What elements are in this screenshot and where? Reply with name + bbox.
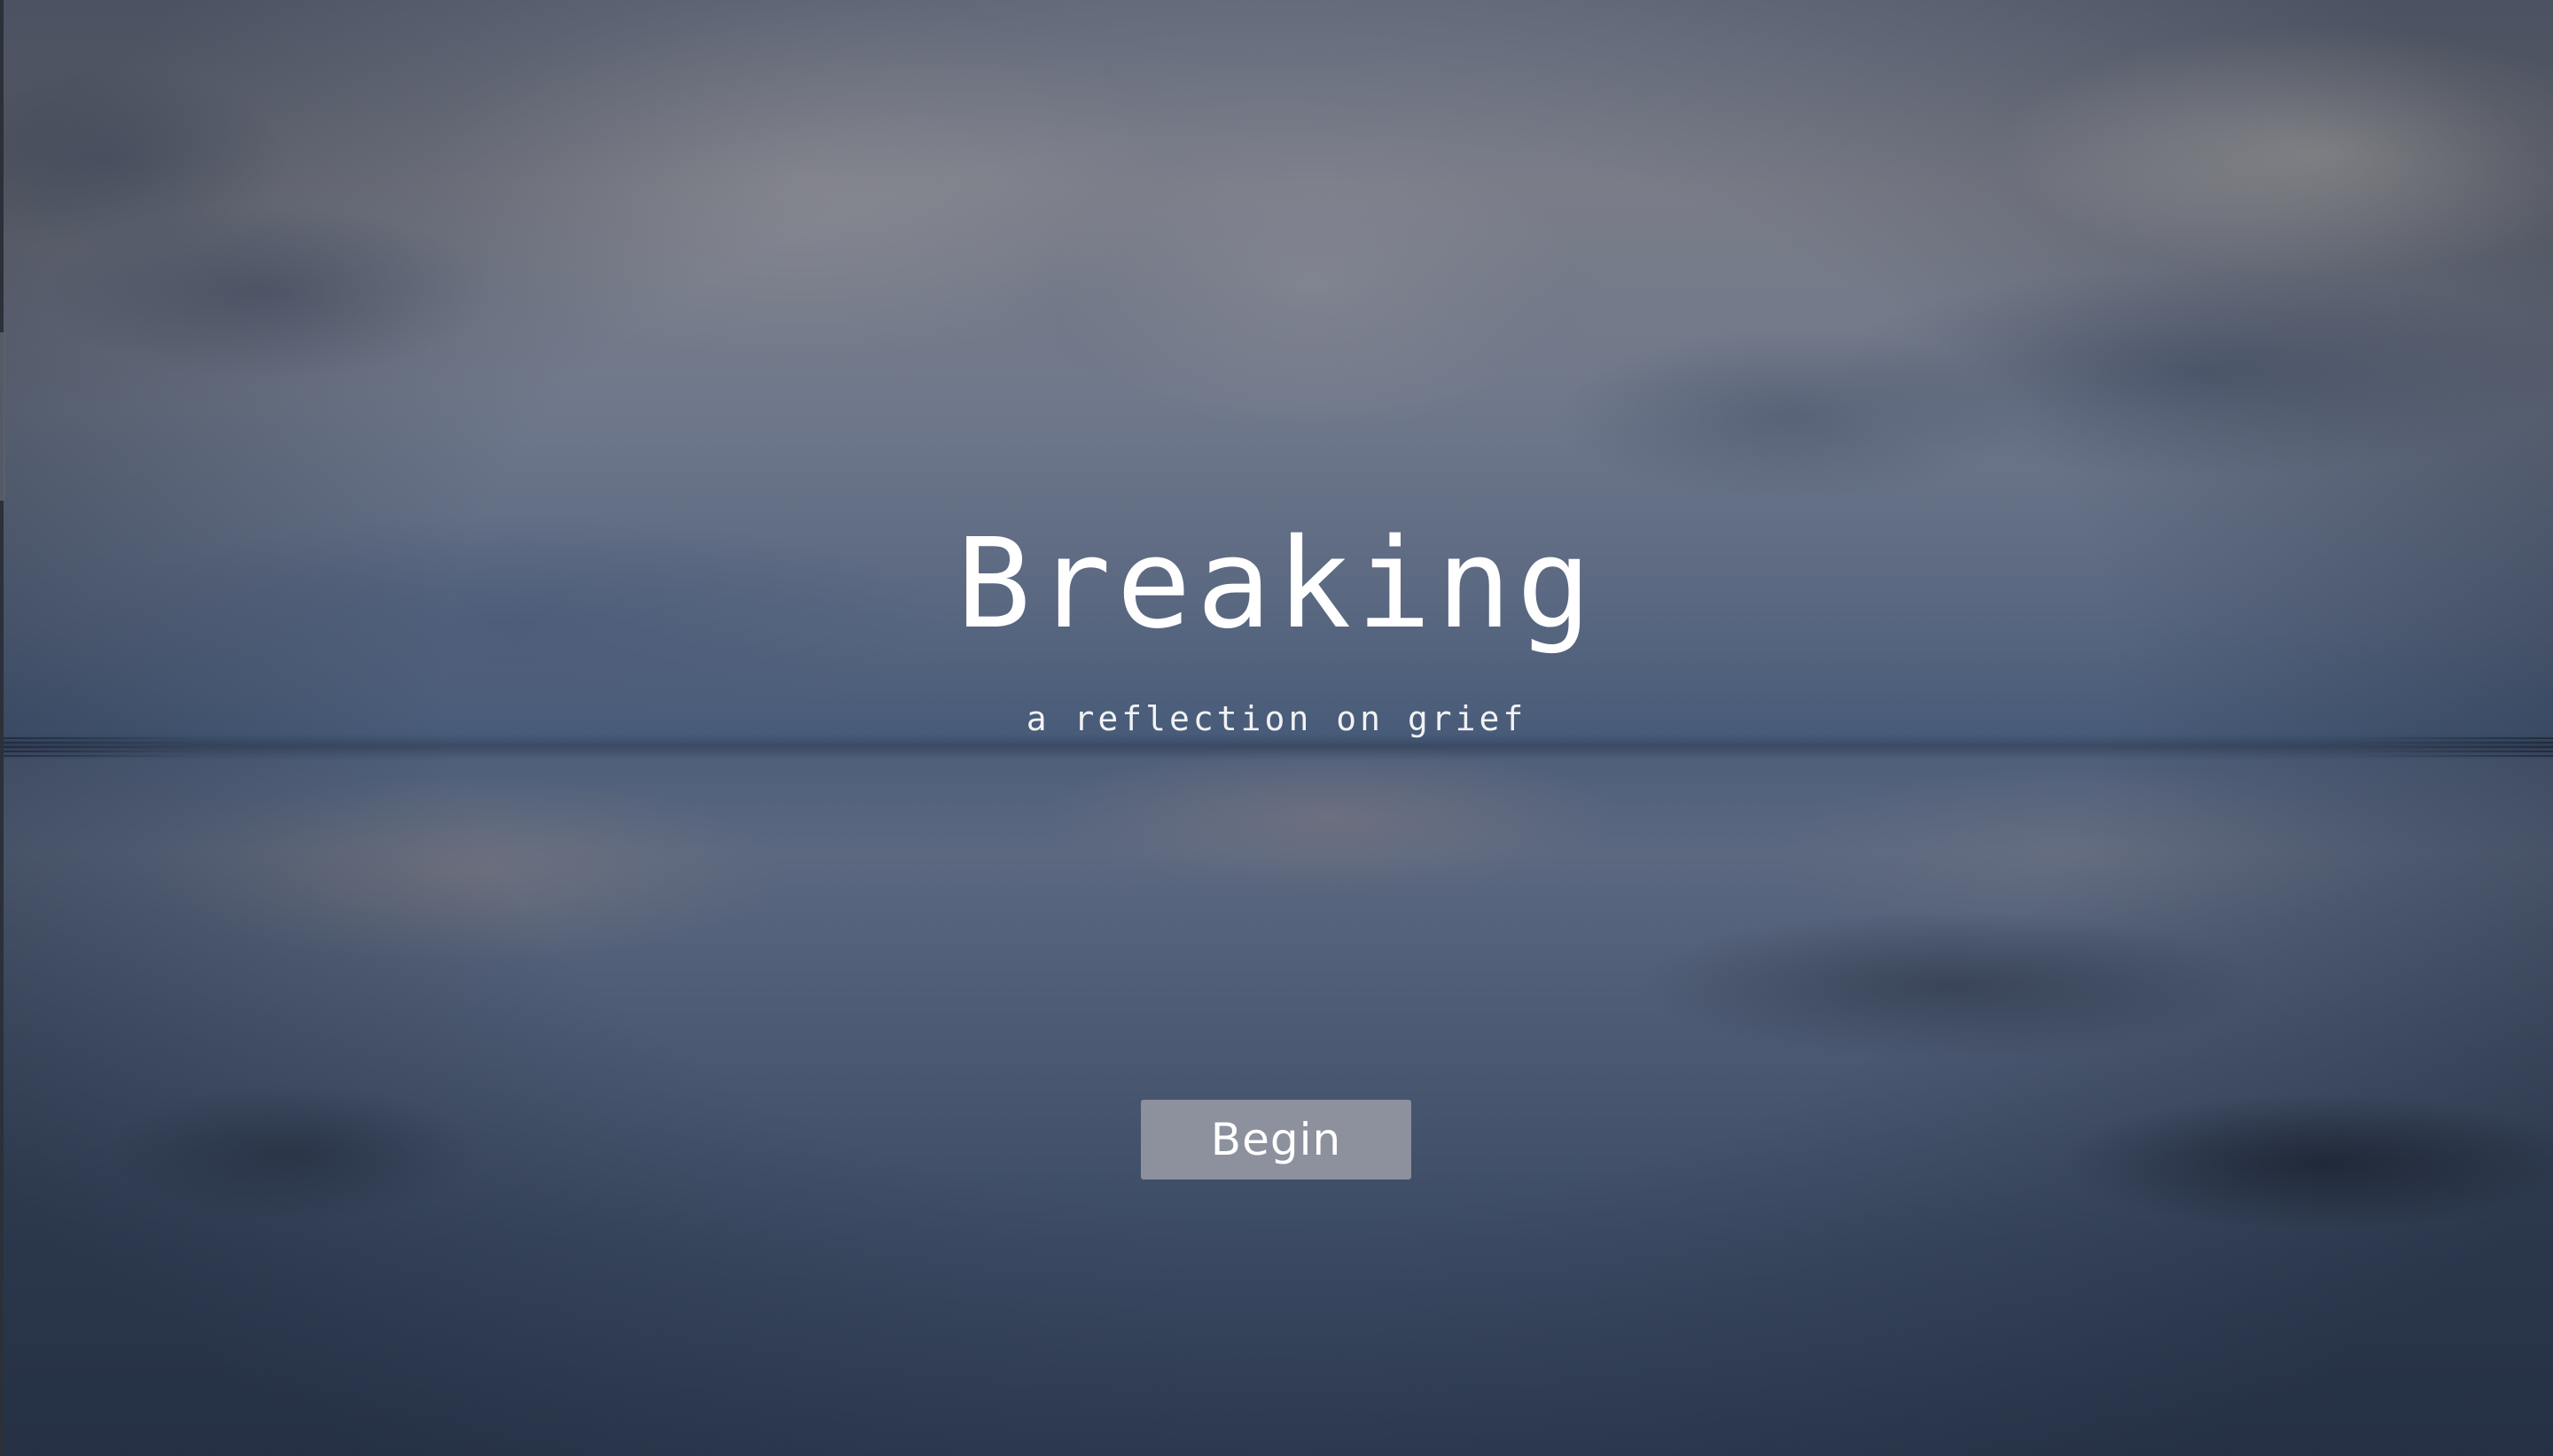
scrollbar-thumb[interactable] xyxy=(0,332,5,501)
title-screen: Breaking a reflection on grief Begin xyxy=(0,0,2553,1456)
page-subtitle: a reflection on grief xyxy=(1026,699,1527,738)
page-title: Breaking xyxy=(956,512,1597,657)
begin-button[interactable]: Begin xyxy=(1141,1100,1411,1180)
